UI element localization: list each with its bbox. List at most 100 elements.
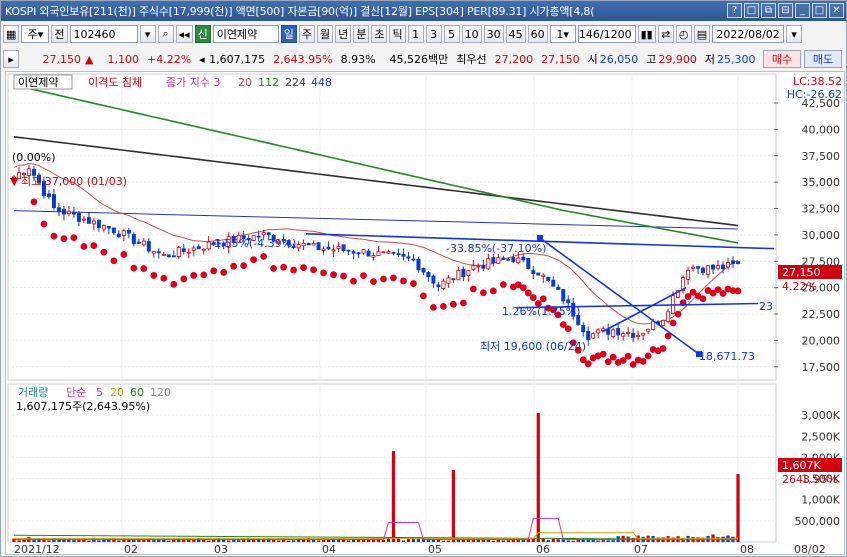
candle-body — [706, 265, 711, 275]
quote-toggle-icon[interactable]: ▸ — [3, 50, 19, 68]
volume-bar — [496, 540, 500, 542]
disparity-dot — [240, 262, 248, 270]
market-select[interactable]: 주 ▾ — [21, 25, 50, 43]
disparity-dot — [609, 353, 617, 361]
period-year[interactable]: 년 — [335, 25, 352, 43]
link-icon[interactable]: ⧉ — [761, 3, 776, 18]
candle-body — [711, 264, 716, 270]
close-icon[interactable]: ✕ — [829, 3, 844, 18]
disparity-dot — [539, 295, 547, 303]
volume-bar — [556, 539, 560, 542]
table-icon[interactable]: ▤ — [693, 25, 711, 43]
toolbar: ▦ 주 ▾ 전 102460 ▾ ⌕ ◂◂ 신 이연제약 일 주 월 년 분 초 … — [1, 23, 846, 45]
split-icon[interactable]: ⊟ — [778, 3, 793, 18]
code-dropdown-icon[interactable]: ▾ — [139, 25, 156, 43]
candle-body — [481, 264, 486, 269]
disparity-dot — [130, 264, 138, 272]
disparity-dot — [499, 281, 507, 288]
period-month[interactable]: 월 — [316, 25, 334, 43]
disparity-dot — [170, 280, 178, 288]
interval-10[interactable]: 10 — [461, 25, 482, 43]
x-axis-label: 05 — [428, 543, 442, 554]
disparity-dot — [489, 287, 497, 295]
count-value: 146 — [578, 27, 600, 41]
sound-icon: ◂ — [199, 52, 205, 66]
bid-price: 27,150 — [541, 52, 580, 66]
stock-name-field[interactable]: 이연제약 — [212, 25, 279, 43]
period-minute[interactable]: 분 — [353, 25, 370, 43]
candle-body — [171, 255, 176, 258]
zoom-icon[interactable]: ▮▮ — [637, 25, 656, 43]
candle-body — [581, 325, 586, 333]
price-volume-chart[interactable]: 42,50040,00037,50035,00032,50030,00027,5… — [6, 72, 844, 556]
volume-bar — [336, 540, 341, 542]
candle-body — [101, 225, 106, 230]
disparity-dot — [310, 266, 317, 274]
interval-1[interactable]: 1 — [407, 25, 424, 43]
low-label: 저 — [704, 53, 716, 66]
history-icon[interactable]: ◴ — [675, 25, 692, 43]
period-day[interactable]: 일 — [280, 25, 297, 43]
candle-body — [736, 261, 741, 265]
candle-body — [376, 251, 381, 256]
interval-30[interactable]: 30 — [483, 25, 504, 43]
volume-bar — [516, 539, 520, 542]
trend2-label: -33.85%(-37.10%) — [446, 242, 546, 255]
grid-icon[interactable]: ▦ — [3, 25, 20, 43]
candle-body — [311, 242, 316, 246]
new-badge: 신 — [194, 25, 211, 43]
trend-anchor-point — [537, 235, 543, 242]
lc-label: LC:38.52 — [793, 75, 842, 88]
interval-3[interactable]: 3 — [425, 25, 442, 43]
disparity-dot — [699, 295, 707, 303]
volume-bar — [506, 540, 510, 542]
candle-body — [191, 247, 196, 251]
candle-body — [381, 251, 386, 254]
high-label: 고 — [646, 53, 657, 66]
chart-area[interactable]: 42,500 40,000 37,500 35,000 32,500 30,000 27,5… — [5, 71, 845, 556]
candle-body — [441, 280, 446, 289]
period-week[interactable]: 주 — [298, 25, 315, 43]
disparity-dot — [430, 303, 437, 311]
calendar-dropdown-icon[interactable]: ▾ — [786, 25, 803, 43]
candle-body — [131, 234, 136, 245]
sell-button[interactable]: 매도 — [804, 50, 842, 68]
volume-bar — [546, 540, 550, 542]
volume-bar — [471, 539, 475, 542]
interval-60[interactable]: 60 — [527, 25, 548, 43]
date-field[interactable]: 2022/08/02 — [712, 25, 785, 43]
interval-5[interactable]: 5 — [443, 25, 460, 43]
disparity-dot — [250, 256, 258, 264]
turnover-pct: 8.93% — [340, 52, 376, 66]
maximize-icon[interactable]: □ — [812, 3, 827, 18]
candle-body — [116, 233, 121, 237]
disparity-dot — [669, 319, 677, 327]
interval-45[interactable]: 45 — [505, 25, 526, 43]
help-icon[interactable]: ? — [727, 3, 742, 18]
disparity-dot — [110, 257, 118, 265]
candle-body — [261, 232, 266, 236]
restore-icon[interactable]: □ — [744, 3, 759, 18]
candle-body — [556, 286, 561, 290]
candle-body — [701, 267, 706, 273]
prev-button[interactable]: 전 — [51, 25, 68, 43]
buy-button[interactable]: 매수 — [763, 50, 801, 68]
minimize-icon[interactable]: _ — [795, 3, 810, 18]
volume-bar — [491, 540, 495, 542]
search-icon[interactable]: ⌕ — [157, 25, 174, 43]
disparity-dot — [40, 220, 48, 228]
candle-body — [546, 276, 551, 281]
period-second[interactable]: 초 — [371, 25, 388, 43]
candle-body — [541, 274, 546, 277]
period-tick[interactable]: 틱 — [389, 25, 406, 43]
count-field[interactable]: 146/1200 — [577, 25, 636, 43]
candle-body — [476, 265, 481, 268]
count-total: /1200 — [599, 27, 632, 41]
unit-select[interactable]: 1 ▾ — [549, 25, 576, 43]
compare-icon[interactable]: ⇄ — [657, 25, 674, 43]
code-input[interactable]: 102460 — [69, 25, 138, 43]
candle-body — [61, 208, 66, 215]
disparity-dot — [320, 269, 327, 277]
speaker-icon[interactable]: ◂◂ — [175, 25, 193, 43]
candle-body — [591, 333, 596, 339]
